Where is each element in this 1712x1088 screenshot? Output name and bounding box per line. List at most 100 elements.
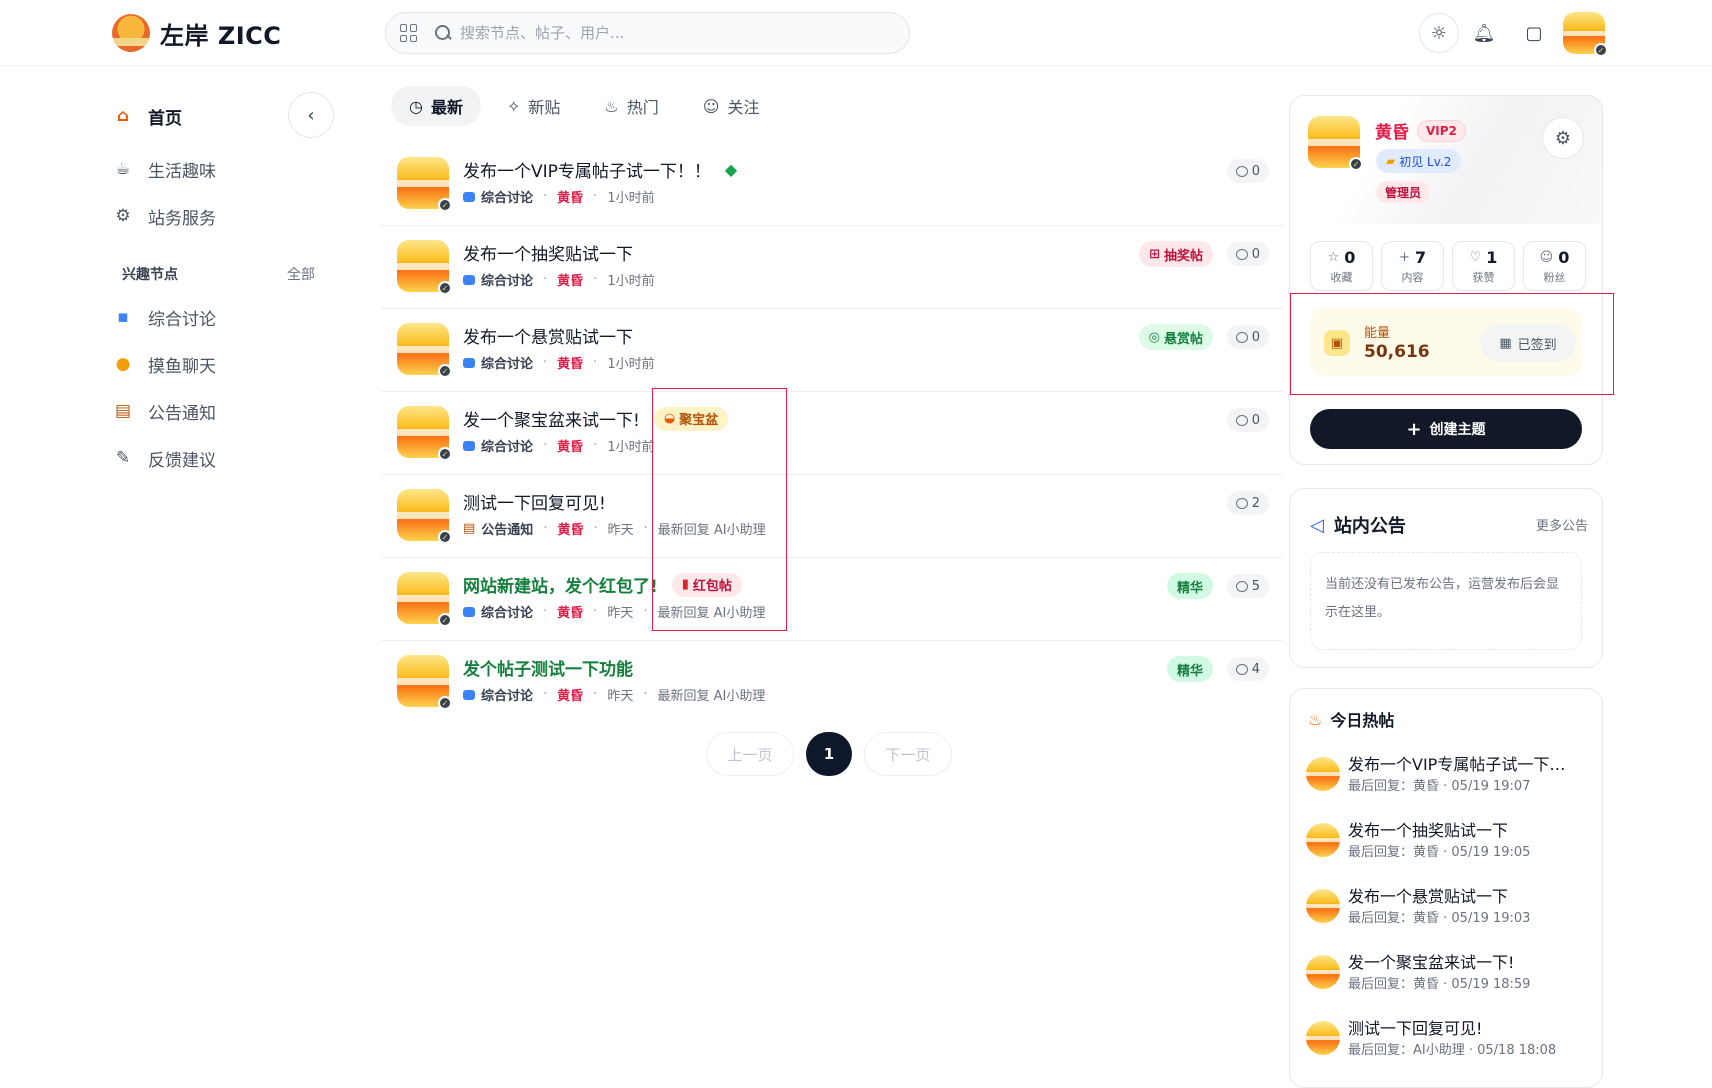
hot-post-meta: 最后回复：黄昏 · 05/19 19:05 [1348,845,1531,860]
tag-label: 抽奖帖 [1163,248,1203,264]
post-row[interactable]: ✓ 测试一下回复可见! ▤ 公告通知 · 黄昏 · 昨天 · 最新回复 AI小助理… [381,475,1283,558]
post-title[interactable]: 发布一个悬赏贴试一下 [463,323,633,348]
post-node[interactable]: 综合讨论 [463,187,533,206]
tab-follow[interactable]: ☺ 关注 [685,86,778,126]
post-node[interactable]: 综合讨论 [463,602,533,621]
hot-post-item[interactable]: 发布一个VIP专属帖子试一下… 最后回复：黄昏 · 05/19 19:07 [1306,751,1596,805]
post-avatar[interactable]: ✓ [397,572,452,627]
post-author[interactable]: 黄昏 [557,602,583,621]
grid-icon[interactable] [400,24,418,42]
post-author[interactable]: 黄昏 [557,436,583,455]
post-avatar[interactable]: ✓ [397,240,452,295]
site-logo[interactable]: 左岸 ZICC [112,14,281,52]
post-node[interactable]: 综合讨论 [463,436,533,455]
theme-toggle-button[interactable]: ☼ [1419,13,1459,53]
post-time: 1小时前 [607,191,655,206]
post-row[interactable]: ✓ 网站新建站，发个红包了! ▮ 红包帖 综合讨论 · 黄昏 · 昨天 · 最新回复… [381,558,1283,641]
hot-post-item[interactable]: 发一个聚宝盆来试一下! 最后回复：黄昏 · 05/19 18:59 [1306,949,1596,1003]
post-meta: 综合讨论 · 黄昏 · 昨天 · 最新回复 AI小助理 [463,685,765,704]
post-author[interactable]: 黄昏 [557,353,583,372]
create-topic-button[interactable]: + 创建主题 [1310,409,1582,449]
post-avatar[interactable]: ✓ [397,489,452,544]
post-title[interactable]: 发个帖子测试一下功能 [463,655,633,680]
hot-post-meta: 最后回复：黄昏 · 05/19 18:59 [1348,977,1531,992]
meta-separator: · [593,438,598,453]
post-row[interactable]: ✓ 发布一个抽奖贴试一下 综合讨论 · 黄昏 · 1小时前 ⊞ 抽奖帖 0 [381,226,1283,309]
post-time: 1小时前 [607,274,655,289]
post-avatar[interactable]: ✓ [397,655,452,710]
notification-button[interactable]: 🔔︎ [1464,13,1504,53]
pen-icon: ✎ [115,448,131,468]
post-title[interactable]: 发布一个抽奖贴试一下 [463,240,633,265]
hot-post-title[interactable]: 发布一个悬赏贴试一下 [1348,883,1594,907]
sidebar-item-chat[interactable]: ● 摸鱼聊天 [112,344,216,384]
post-author[interactable]: 黄昏 [557,187,583,206]
search-bar[interactable] [385,12,910,54]
post-row[interactable]: ✓ 发布一个悬赏贴试一下 综合讨论 · 黄昏 · 1小时前 ◎ 悬赏帖 0 [381,309,1283,392]
hot-post-title[interactable]: 测试一下回复可见! [1348,1015,1594,1039]
hot-post-item[interactable]: 测试一下回复可见! 最后回复：AI小助理 · 05/18 18:08 [1306,1015,1596,1069]
post-time: 1小时前 [607,357,655,372]
collapse-sidebar-button[interactable]: ‹ [288,92,334,138]
tab-hot[interactable]: ♨ 热门 [586,86,676,126]
sidebar-item-general[interactable]: ▪ 综合讨论 [112,297,216,337]
meta-separator: · [593,355,598,370]
more-announcements-link[interactable]: 更多公告 [1536,515,1588,534]
post-node[interactable]: 综合讨论 [463,685,533,704]
post-row[interactable]: ✓ 发一个聚宝盆来试一下! ◒ 聚宝盆 综合讨论 · 黄昏 · 1小时前 0 [381,392,1283,475]
post-meta: 综合讨论 · 黄昏 · 1小时前 [463,187,655,206]
hot-posts-card: ♨ 今日热帖 发布一个VIP专属帖子试一下… 最后回复：黄昏 · 05/19 19… [1289,688,1603,1088]
stat-followers[interactable]: ☺ 0 粉丝 [1523,241,1586,291]
post-avatar[interactable]: ✓ [397,406,452,461]
profile-name[interactable]: 黄昏 VIP2 [1375,118,1466,143]
verified-icon: ✓ [438,613,452,627]
tab-latest[interactable]: ◷ 最新 [391,86,481,126]
level-text: 初见 Lv.2 [1399,154,1452,169]
chat-bubble-icon [463,274,475,285]
notice-icon: ▤ [463,521,476,536]
hot-post-title[interactable]: 发一个聚宝盆来试一下! [1348,949,1594,973]
diamond-icon: ◆ [724,160,738,179]
sidebar-item-service[interactable]: ⚙ 站务服务 [112,196,216,236]
post-author[interactable]: 黄昏 [557,519,583,538]
post-node[interactable]: ▤ 公告通知 [463,519,533,538]
stat-favorites[interactable]: ☆ 0 收藏 [1310,241,1373,291]
stat-content[interactable]: +7 内容 [1381,241,1444,291]
hot-post-item[interactable]: 发布一个抽奖贴试一下 最后回复：黄昏 · 05/19 19:05 [1306,817,1596,871]
heart-icon: ♡ [1469,249,1482,265]
post-avatar[interactable]: ✓ [397,323,452,378]
profile-avatar[interactable]: ✓ [1308,116,1363,171]
hot-post-title[interactable]: 发布一个VIP专属帖子试一下… [1348,751,1594,775]
stat-likes[interactable]: ♡ 1 获赞 [1452,241,1515,291]
tab-new[interactable]: ✧ 新贴 [489,86,578,126]
message-button[interactable]: ▢ [1514,13,1554,53]
comment-icon [1235,663,1248,675]
post-avatar[interactable]: ✓ [397,157,452,212]
logo-text: 左岸 ZICC [160,21,282,50]
post-row[interactable]: ✓ 发布一个VIP专属帖子试一下！！ ◆ 综合讨论 · 黄昏 · 1小时前 0 [381,143,1283,226]
search-input[interactable] [460,24,860,42]
section-all-link[interactable]: 全部 [287,264,315,284]
hot-post-meta: 最后回复：AI小助理 · 05/18 18:08 [1348,1043,1557,1058]
post-author[interactable]: 黄昏 [557,270,583,289]
prev-page-button[interactable]: 上一页 [706,732,794,776]
post-title[interactable]: 测试一下回复可见! [463,489,606,514]
next-page-button[interactable]: 下一页 [864,732,952,776]
sidebar-item-notice[interactable]: ▤ 公告通知 [112,391,216,431]
page-1-button[interactable]: 1 [806,732,852,776]
hot-post-item[interactable]: 发布一个悬赏贴试一下 最后回复：黄昏 · 05/19 19:03 [1306,883,1596,937]
stat-value: 0 [1558,247,1570,267]
post-title[interactable]: 发布一个VIP专属帖子试一下！！ ◆ [463,157,737,182]
comment-count: 0 [1226,242,1269,266]
post-node[interactable]: 综合讨论 [463,270,533,289]
post-author[interactable]: 黄昏 [557,685,583,704]
post-row[interactable]: ✓ 发个帖子测试一下功能 综合讨论 · 黄昏 · 昨天 · 最新回复 AI小助理… [381,641,1283,724]
users-icon: ☺ [1539,249,1554,265]
sidebar-item-home[interactable]: ⌂ 首页 [112,96,182,136]
post-node[interactable]: 综合讨论 [463,353,533,372]
settings-button[interactable]: ⚙ [1542,117,1584,159]
sidebar-item-life[interactable]: ☕︎ 生活趣味 [112,149,216,189]
sidebar-item-feedback[interactable]: ✎ 反馈建议 [112,438,216,478]
user-avatar[interactable]: ✓ [1563,12,1608,57]
hot-post-title[interactable]: 发布一个抽奖贴试一下 [1348,817,1594,841]
